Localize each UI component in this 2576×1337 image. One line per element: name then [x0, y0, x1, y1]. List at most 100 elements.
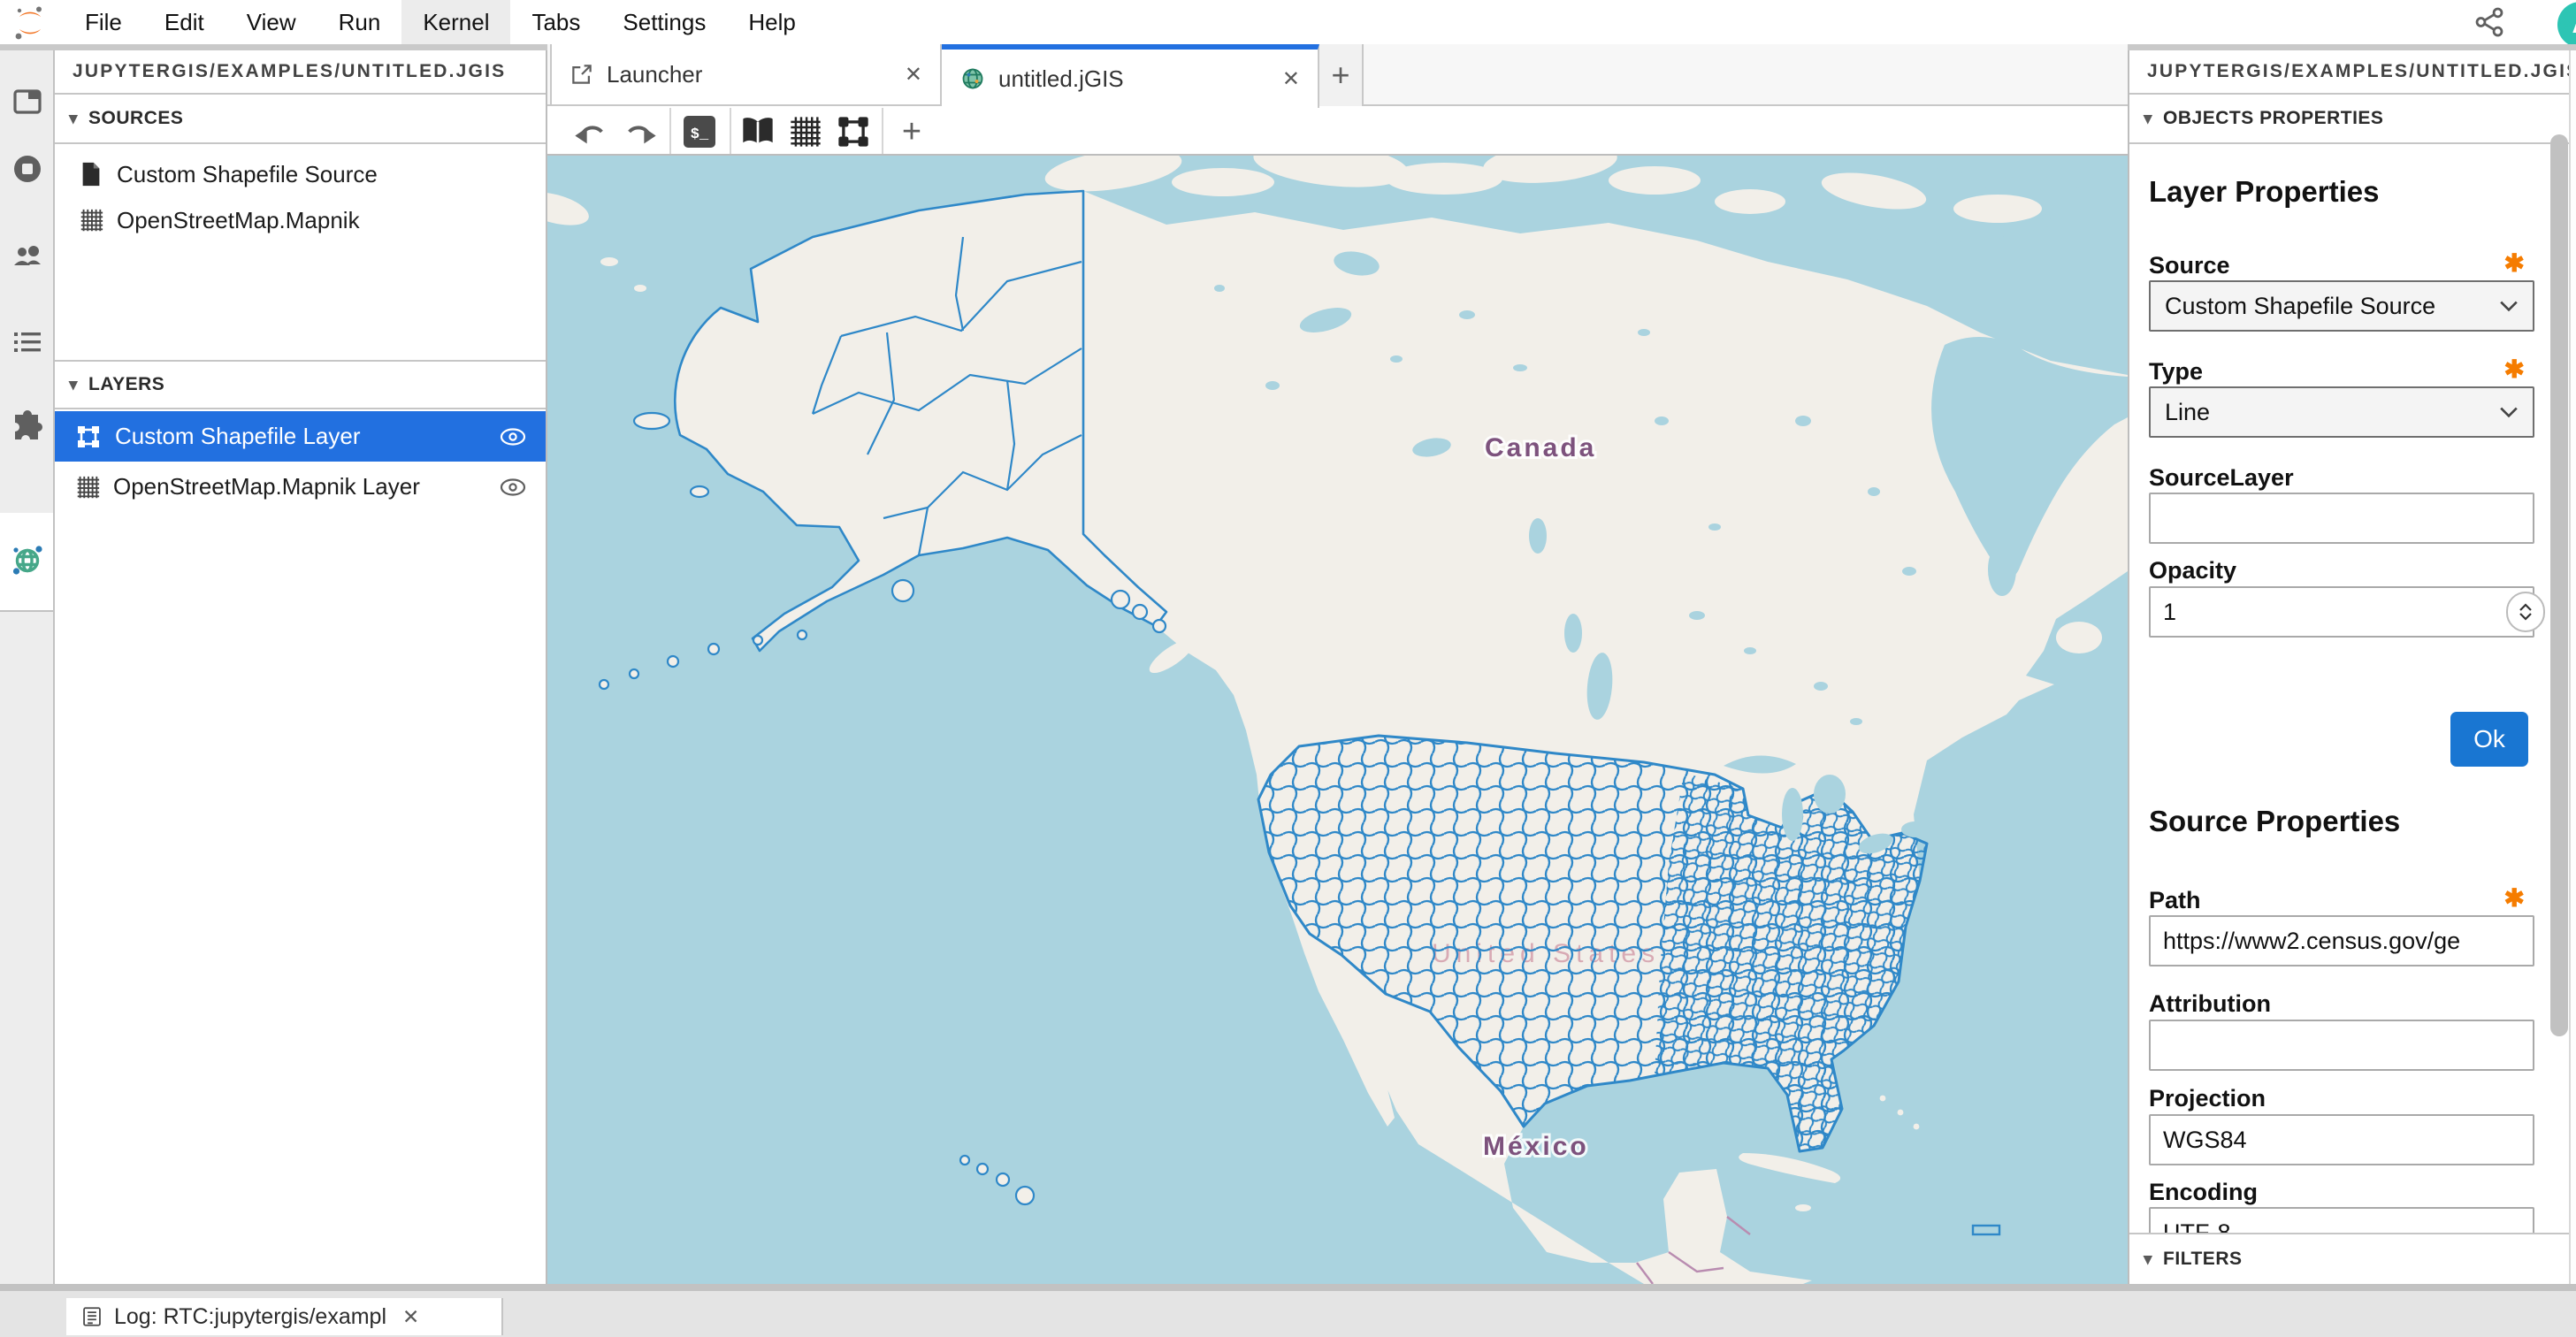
path-field-label: Path: [2149, 887, 2201, 914]
opacity-input[interactable]: [2149, 586, 2534, 638]
opacity-spinner[interactable]: [2506, 592, 2545, 632]
attribution-input[interactable]: [2149, 1020, 2534, 1071]
sources-header-label: SOURCES: [88, 108, 183, 129]
file-browser-icon[interactable]: [11, 86, 43, 118]
sourcelayer-input[interactable]: [2149, 493, 2534, 544]
log-console-tab[interactable]: Log: RTC:jupytergis/exampl ✕: [66, 1298, 503, 1335]
close-icon[interactable]: ✕: [402, 1305, 419, 1329]
layer-properties-title: Layer Properties: [2149, 175, 2379, 209]
jgis-left-panel: JUPYTERGIS/EXAMPLES/UNTITLED.JGIS ▾ SOUR…: [55, 50, 547, 1284]
document-icon: [78, 161, 104, 187]
encoding-input[interactable]: [2149, 1207, 2534, 1233]
menu-tabs[interactable]: Tabs: [510, 0, 601, 44]
menu-items: File Edit View Run Kernel Tabs Settings …: [64, 0, 817, 44]
source-properties-title: Source Properties: [2149, 805, 2400, 838]
window-edge: [2569, 50, 2576, 1284]
required-icon: ✱: [2504, 248, 2525, 278]
log-tab-label: Log: RTC:jupytergis/exampl: [114, 1304, 386, 1330]
menu-run[interactable]: Run: [317, 0, 402, 44]
panel-scrollbar[interactable]: [2550, 134, 2568, 1036]
jgis-file-globe-icon: [959, 65, 986, 92]
jupytergis-globe-icon[interactable]: [10, 543, 45, 578]
caret-down-icon: ▾: [2144, 1249, 2152, 1270]
extensions-icon[interactable]: [11, 409, 43, 441]
raster-grid-icon[interactable]: [788, 114, 823, 149]
sources-section-header[interactable]: ▾ SOURCES: [55, 95, 546, 144]
polygon-icon: [74, 423, 103, 451]
log-icon: [80, 1305, 103, 1328]
menu-view[interactable]: View: [225, 0, 317, 44]
layer-row-osm-mapnik[interactable]: OpenStreetMap.Mapnik Layer: [55, 462, 546, 512]
grid-icon: [74, 474, 101, 500]
filters-section-header[interactable]: ▾ FILTERS: [2129, 1234, 2576, 1284]
objects-properties-header[interactable]: ▾ OBJECTS PROPERTIES: [2129, 95, 2576, 144]
table-of-contents-icon[interactable]: [11, 326, 43, 358]
opacity-field-label: Opacity: [2149, 557, 2236, 584]
add-layer-plus-icon[interactable]: +: [894, 114, 929, 149]
tab-label: untitled.jGIS: [998, 65, 1124, 93]
ok-button[interactable]: Ok: [2450, 712, 2528, 767]
visibility-eye-icon[interactable]: [498, 422, 528, 452]
visibility-eye-icon[interactable]: [498, 472, 528, 502]
type-field-label: Type: [2149, 358, 2203, 386]
properties-form: Layer Properties Source ✱ Custom Shapefi…: [2129, 146, 2576, 1233]
caret-down-icon: ▾: [69, 375, 78, 395]
toolbar-separator: [882, 108, 883, 154]
source-select[interactable]: Custom Shapefile Source: [2149, 280, 2534, 332]
menu-kernel[interactable]: Kernel: [401, 0, 510, 44]
chevron-down-icon: [2499, 406, 2519, 418]
close-icon[interactable]: ✕: [1282, 66, 1300, 92]
tab-launcher[interactable]: Launcher ✕: [550, 44, 942, 106]
source-item-custom-shapefile[interactable]: Custom Shapefile Source: [55, 151, 546, 197]
required-icon: ✱: [2504, 883, 2525, 913]
objects-properties-panel: JUPYTERGIS/EXAMPLES/UNTITLED.JGIS ▾ OBJE…: [2128, 50, 2576, 1284]
sourcelayer-field-label: SourceLayer: [2149, 464, 2294, 492]
close-icon[interactable]: ✕: [905, 62, 922, 88]
map-canvas[interactable]: United States: [547, 156, 2128, 1284]
menu-help[interactable]: Help: [727, 0, 816, 44]
filters-section: ▾ FILTERS: [2129, 1233, 2576, 1284]
jupyter-logo-icon: [12, 6, 44, 38]
projection-input[interactable]: [2149, 1114, 2534, 1165]
type-select[interactable]: Line: [2149, 386, 2534, 438]
objects-properties-label: OBJECTS PROPERTIES: [2163, 108, 2383, 129]
projection-field-label: Projection: [2149, 1085, 2266, 1112]
status-bar: Log: RTC:jupytergis/exampl ✕: [0, 1284, 2576, 1337]
menu-settings[interactable]: Settings: [601, 0, 727, 44]
source-field-label: Source: [2149, 252, 2230, 279]
menu-file[interactable]: File: [64, 0, 143, 44]
toolbar-separator: [669, 108, 671, 154]
new-tab-button[interactable]: +: [1319, 44, 1364, 106]
source-select-value: Custom Shapefile Source: [2165, 293, 2435, 320]
share-icon[interactable]: [2473, 6, 2505, 38]
layer-label: Custom Shapefile Layer: [115, 423, 360, 450]
launcher-icon: [569, 62, 594, 87]
basemap-book-icon[interactable]: [740, 114, 776, 149]
tab-label: Launcher: [607, 61, 702, 88]
layers-section-header[interactable]: ▾ LAYERS: [55, 360, 546, 409]
encoding-field-label: Encoding: [2149, 1179, 2258, 1206]
path-input[interactable]: [2149, 915, 2534, 966]
tab-bar: Launcher ✕ untitled.jGIS ✕: [547, 44, 2128, 106]
activity-bar-bottom: [0, 610, 55, 1284]
map-label-canada: Canada: [1485, 433, 1596, 462]
running-kernels-icon[interactable]: [11, 153, 43, 185]
undo-icon[interactable]: [572, 114, 608, 149]
activity-bar-top: [0, 50, 55, 513]
filters-header-label: FILTERS: [2163, 1249, 2242, 1270]
opacity-stepper[interactable]: [2149, 586, 2534, 638]
layer-row-custom-shapefile[interactable]: Custom Shapefile Layer: [55, 411, 546, 462]
source-item-osm-mapnik[interactable]: OpenStreetMap.Mapnik: [55, 197, 546, 243]
right-panel-breadcrumb: JUPYTERGIS/EXAMPLES/UNTITLED.JGIS: [2129, 50, 2576, 95]
tab-untitled-jgis[interactable]: untitled.jGIS ✕: [942, 44, 1319, 108]
type-select-value: Line: [2165, 399, 2210, 426]
collaboration-icon[interactable]: [11, 241, 43, 273]
menu-edit[interactable]: Edit: [143, 0, 225, 44]
vector-polygon-icon[interactable]: [836, 114, 871, 149]
layer-label: OpenStreetMap.Mapnik Layer: [113, 473, 420, 500]
layers-header-label: LAYERS: [88, 374, 164, 395]
activity-bar-jgis-slot: [0, 513, 55, 610]
jgis-toolbar: $_ +: [547, 108, 2128, 156]
console-icon[interactable]: $_: [682, 114, 717, 149]
redo-icon[interactable]: [623, 114, 659, 149]
